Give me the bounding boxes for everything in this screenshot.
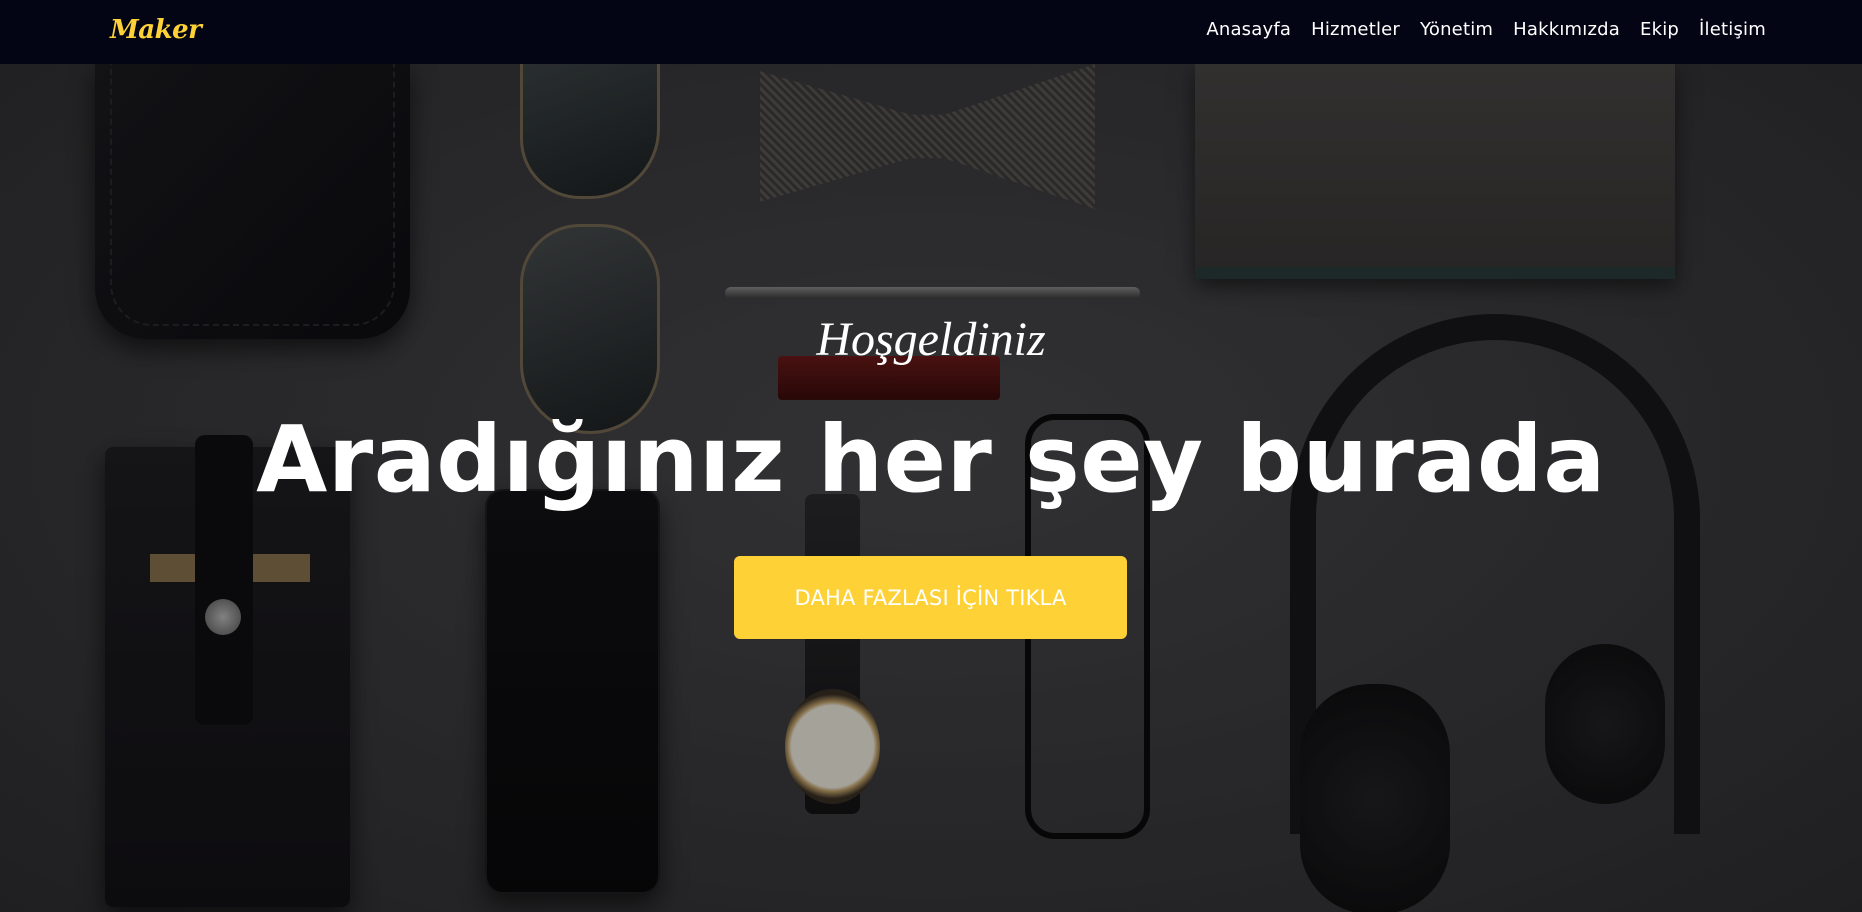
cta-button[interactable]: DAHA FAZLASI İÇİN TIKLA (734, 556, 1127, 639)
hero-subtitle: Hoşgeldiniz (816, 313, 1046, 366)
nav-item-ekip: Ekip (1640, 19, 1679, 40)
nav-item-anasayfa: Anasayfa (1206, 19, 1291, 40)
nav-menu: Anasayfa Hizmetler Yönetim Hakkımızda Ek… (1186, 0, 1766, 58)
nav-item-iletisim: İletişim (1699, 19, 1766, 40)
nav-link-iletisim[interactable]: İletişim (1699, 19, 1766, 40)
nav-link-hizmetler[interactable]: Hizmetler (1311, 19, 1400, 40)
top-navbar: Maker Anasayfa Hizmetler Yönetim Hakkımı… (0, 0, 1862, 64)
nav-link-anasayfa[interactable]: Anasayfa (1206, 19, 1291, 40)
nav-link-ekip[interactable]: Ekip (1640, 19, 1679, 40)
nav-item-yonetim: Yönetim (1420, 19, 1493, 40)
hero-title: Aradığınız her şey burada (256, 406, 1606, 513)
landing-page: Maker Anasayfa Hizmetler Yönetim Hakkımı… (0, 0, 1862, 912)
nav-item-hizmetler: Hizmetler (1311, 19, 1400, 40)
nav-link-hakkimizda[interactable]: Hakkımızda (1513, 19, 1620, 40)
nav-item-hakkimizda: Hakkımızda (1513, 19, 1620, 40)
brand-logo[interactable]: Maker (110, 12, 202, 48)
nav-link-yonetim[interactable]: Yönetim (1420, 19, 1493, 40)
